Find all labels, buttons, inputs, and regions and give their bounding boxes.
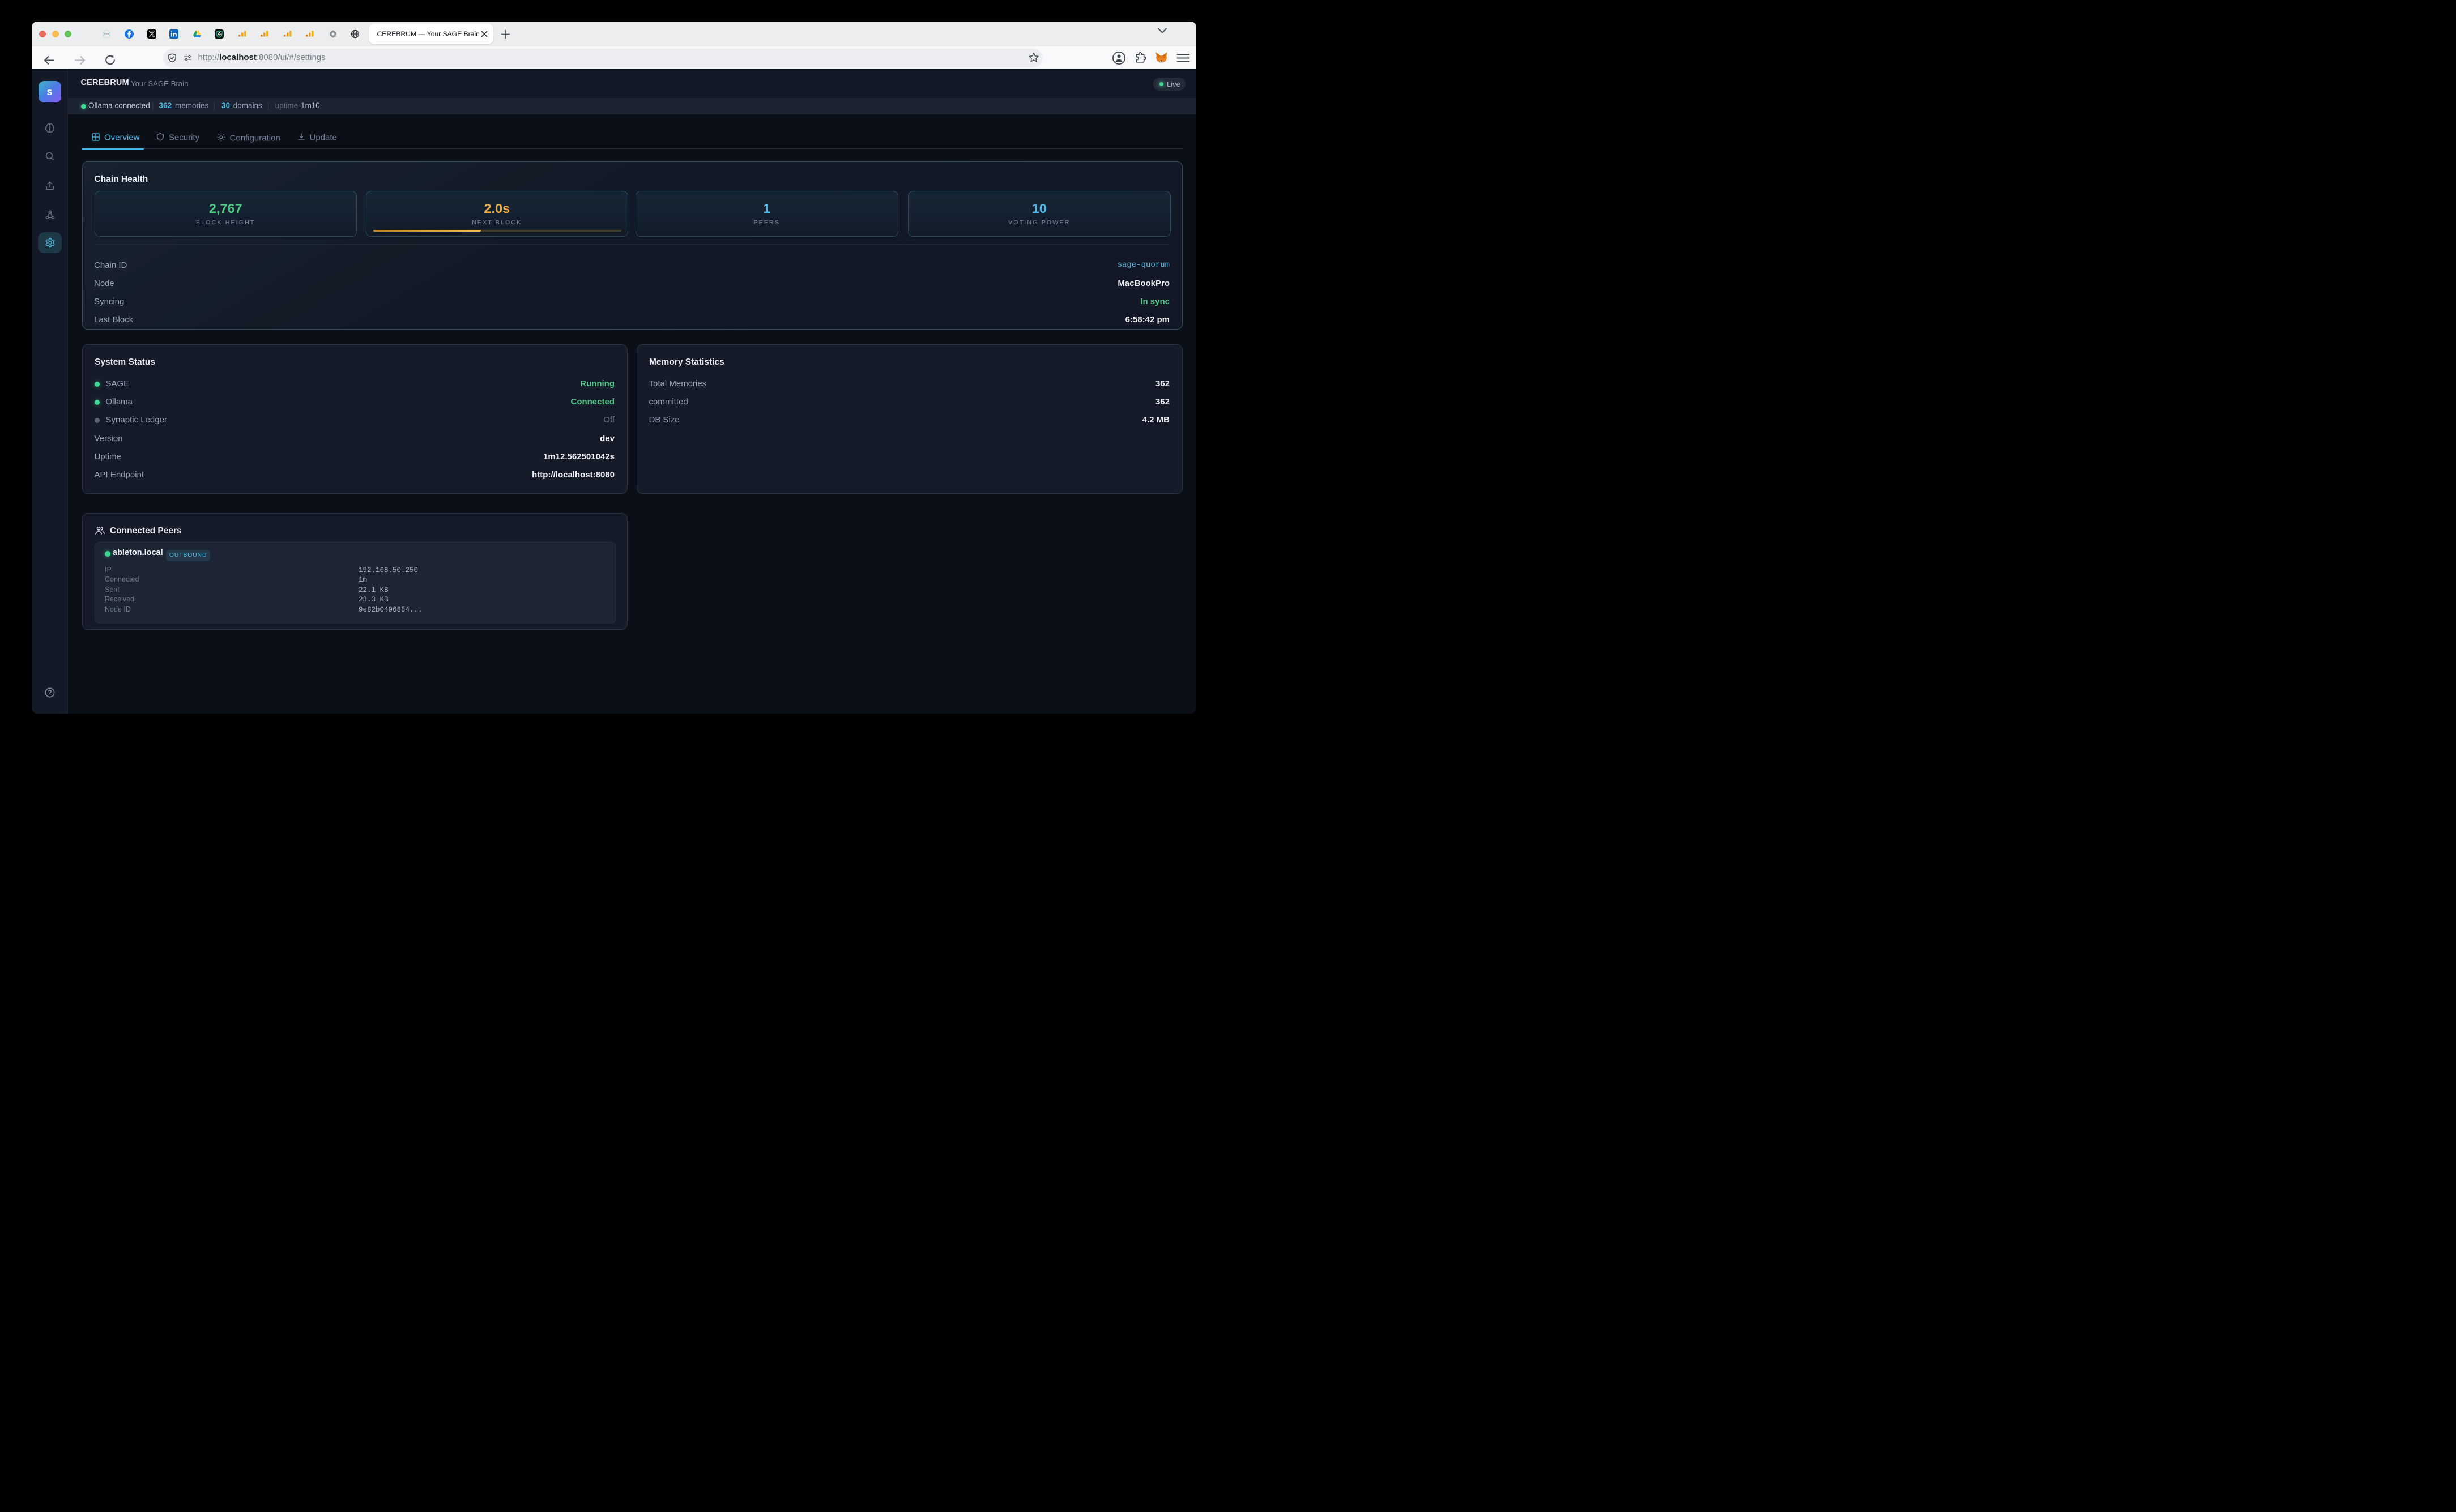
svg-text:CFP: CFP (104, 33, 109, 36)
